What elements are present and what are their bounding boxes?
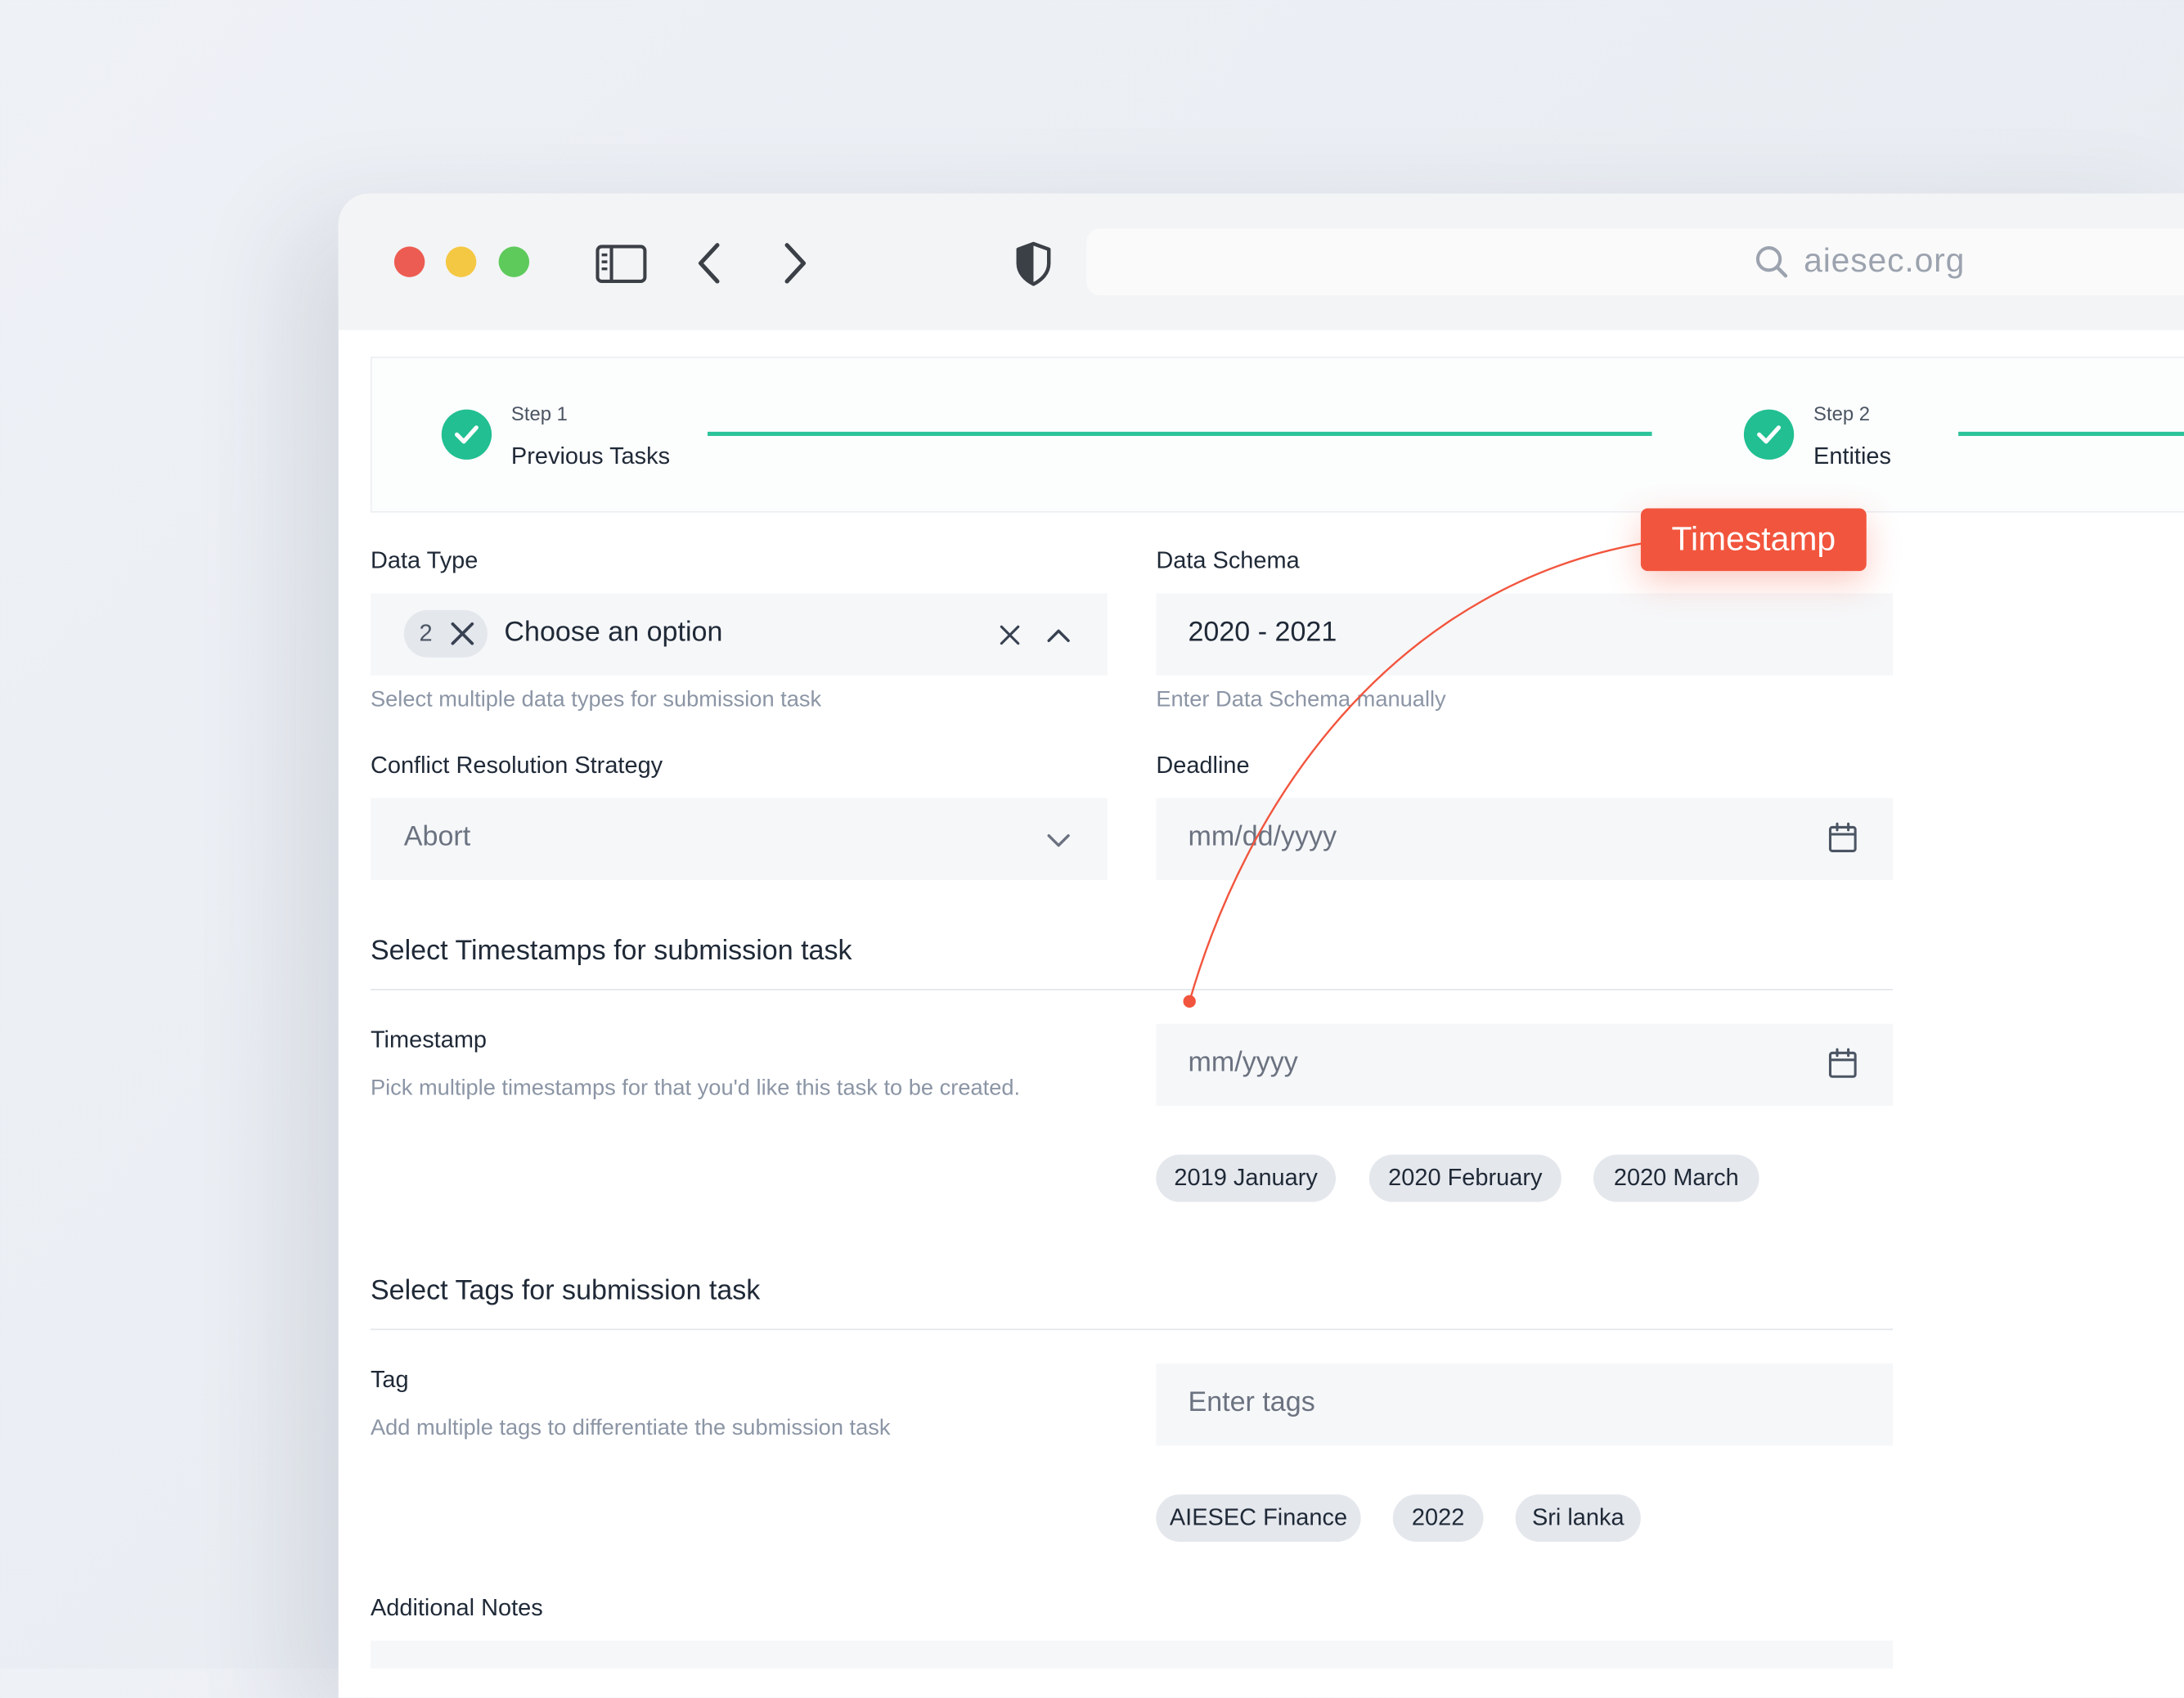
screen: aiesec.org Step 1 Previous Tasks Step 2 … [0,0,2184,1698]
annotation-arrow [1183,541,1644,1008]
timestamp-annotation-callout: Timestamp [1640,508,1867,572]
